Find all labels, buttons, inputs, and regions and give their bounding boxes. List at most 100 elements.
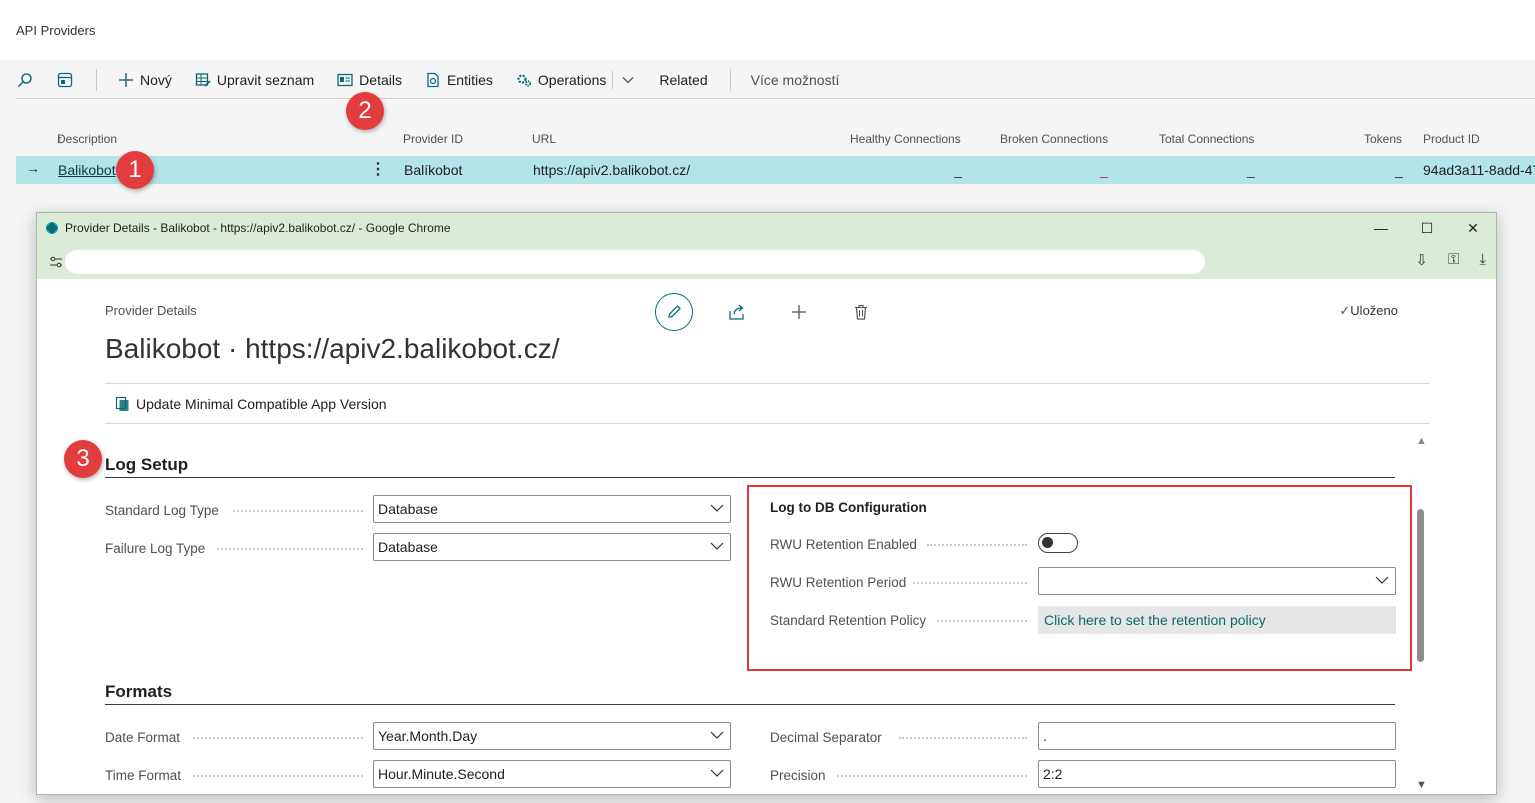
edit-list-label: Upravit seznam bbox=[216, 72, 315, 88]
column-tokens[interactable]: Tokens bbox=[1364, 132, 1402, 146]
column-product-id[interactable]: Product ID bbox=[1423, 132, 1480, 146]
more-options-button[interactable]: Více možností bbox=[751, 72, 840, 88]
update-min-version-label: Update Minimal Compatible App Version bbox=[136, 396, 387, 412]
record-toolbar bbox=[655, 293, 879, 331]
column-total-connections[interactable]: Total Connections bbox=[1159, 132, 1254, 146]
address-bar: ⇩ ⚿ ⤓ bbox=[37, 243, 1496, 279]
arrow-right-icon: → bbox=[26, 160, 40, 176]
install-app-icon[interactable]: ⇩ bbox=[1415, 251, 1428, 269]
entities-button[interactable]: Entities bbox=[424, 71, 493, 89]
share-icon bbox=[729, 304, 744, 320]
save-status-label: Uloženo bbox=[1350, 303, 1398, 318]
search-icon bbox=[16, 71, 34, 89]
filter-pane-icon bbox=[56, 71, 74, 89]
row-healthy: _ bbox=[954, 162, 962, 178]
save-status: ✓Uloženo bbox=[1339, 303, 1398, 319]
table-row[interactable]: → Balikobot ⋮ Balíkobot https://apiv2.ba… bbox=[16, 156, 1535, 184]
row-url: https://apiv2.balikobot.cz/ bbox=[533, 162, 691, 178]
address-bar-actions: ⇩ ⚿ ⤓ bbox=[1415, 251, 1486, 269]
new-label: Nový bbox=[140, 72, 172, 88]
column-url[interactable]: URL bbox=[532, 132, 556, 146]
download-icon[interactable]: ⤓ bbox=[1479, 251, 1486, 269]
date-format-select[interactable]: Year.Month.Day bbox=[373, 722, 731, 750]
toolbar-separator bbox=[96, 69, 97, 91]
dotted-leader bbox=[217, 548, 363, 550]
minimize-button[interactable]: — bbox=[1358, 213, 1404, 243]
search-button[interactable] bbox=[16, 71, 34, 89]
standard-log-type-select[interactable]: Database bbox=[373, 495, 731, 523]
date-format-label: Date Format bbox=[105, 730, 181, 745]
callout-badge-1: 1 bbox=[116, 151, 154, 189]
scroll-down-arrow[interactable]: ▼ bbox=[1416, 779, 1427, 791]
dotted-leader bbox=[927, 544, 1027, 546]
actions-divider bbox=[105, 423, 1429, 424]
record-title: Balikobot · https://apiv2.balikobot.cz/ bbox=[105, 333, 560, 364]
share-button[interactable] bbox=[719, 294, 755, 330]
dotted-leader bbox=[913, 582, 1027, 584]
edit-button[interactable] bbox=[655, 293, 693, 331]
sort-asc-icon: ↑ bbox=[57, 132, 63, 146]
time-format-select[interactable]: Hour.Minute.Second bbox=[373, 760, 731, 788]
more-options-label: Více možností bbox=[750, 72, 840, 88]
maximize-button[interactable]: ☐ bbox=[1404, 213, 1450, 243]
log-setup-divider bbox=[105, 477, 1395, 478]
dotted-leader bbox=[837, 775, 1027, 777]
filter-pane-button[interactable] bbox=[56, 71, 74, 89]
log-setup-title[interactable]: Log Setup bbox=[105, 455, 188, 475]
title-divider bbox=[105, 383, 1429, 384]
precision-label: Precision bbox=[770, 768, 826, 783]
minimize-icon: — bbox=[1374, 220, 1388, 236]
column-healthy-connections[interactable]: Healthy Connections bbox=[850, 132, 961, 146]
rwu-retention-period-label: RWU Retention Period bbox=[770, 575, 907, 590]
related-label: Related bbox=[659, 72, 708, 88]
dotted-leader bbox=[193, 737, 363, 739]
retention-policy-link[interactable]: Click here to set the retention policy bbox=[1038, 606, 1396, 634]
page-caption: Provider Details bbox=[105, 303, 197, 318]
delete-button[interactable] bbox=[843, 294, 879, 330]
column-provider-id[interactable]: Provider ID bbox=[403, 132, 463, 146]
new-button[interactable]: Nový bbox=[117, 71, 172, 89]
decimal-separator-input[interactable]: . bbox=[1038, 722, 1396, 750]
page-header bbox=[0, 0, 1535, 60]
row-menu-icon[interactable]: ⋮ bbox=[370, 159, 386, 179]
operations-dropdown-button[interactable] bbox=[619, 71, 637, 89]
scrollbar-thumb[interactable] bbox=[1417, 509, 1424, 662]
standard-log-type-value: Database bbox=[378, 501, 438, 517]
page-title: API Providers bbox=[16, 23, 96, 38]
key-icon[interactable]: ⚿ bbox=[1448, 251, 1459, 269]
operations-button[interactable]: Operations bbox=[515, 71, 606, 89]
update-min-version-action[interactable]: Update Minimal Compatible App Version bbox=[115, 396, 387, 412]
close-icon: ✕ bbox=[1467, 219, 1479, 236]
row-total: _ bbox=[1247, 162, 1255, 178]
rwu-retention-toggle[interactable] bbox=[1038, 533, 1078, 553]
row-description-link[interactable]: Balikobot bbox=[58, 162, 116, 178]
rwu-retention-period-select[interactable] bbox=[1038, 567, 1396, 595]
toolbar-separator-2 bbox=[729, 69, 731, 91]
details-content: Provider Details Balikobot · https://api… bbox=[37, 279, 1496, 794]
edit-list-button[interactable]: Upravit seznam bbox=[194, 71, 314, 89]
details-button[interactable]: Details bbox=[336, 71, 402, 89]
callout-badge-2: 2 bbox=[346, 92, 384, 130]
window-controls: — ☐ ✕ bbox=[1358, 213, 1496, 243]
window-titlebar: Provider Details - Balikobot - https://a… bbox=[37, 213, 1496, 243]
formats-title[interactable]: Formats bbox=[105, 682, 172, 702]
row-broken: _ bbox=[1100, 162, 1108, 178]
entities-label: Entities bbox=[446, 72, 493, 88]
entities-icon bbox=[424, 71, 442, 89]
failure-log-type-select[interactable]: Database bbox=[373, 533, 731, 561]
column-broken-connections[interactable]: Broken Connections bbox=[1000, 132, 1108, 146]
standard-retention-policy-label: Standard Retention Policy bbox=[770, 613, 927, 628]
action-bar-divider bbox=[16, 98, 1535, 99]
standard-log-type-label: Standard Log Type bbox=[105, 503, 219, 518]
new-record-button[interactable] bbox=[781, 294, 817, 330]
edit-list-icon bbox=[194, 71, 212, 89]
site-settings-icon[interactable] bbox=[47, 253, 65, 271]
dotted-leader bbox=[899, 737, 1027, 739]
precision-input[interactable]: 2:2 bbox=[1038, 760, 1396, 788]
scroll-up-arrow[interactable]: ▲ bbox=[1416, 435, 1427, 447]
rwu-retention-enabled-label: RWU Retention Enabled bbox=[770, 537, 917, 552]
url-redaction bbox=[65, 250, 1205, 274]
time-format-value: Hour.Minute.Second bbox=[378, 766, 505, 782]
related-button[interactable]: Related bbox=[659, 72, 707, 88]
close-button[interactable]: ✕ bbox=[1450, 213, 1496, 243]
